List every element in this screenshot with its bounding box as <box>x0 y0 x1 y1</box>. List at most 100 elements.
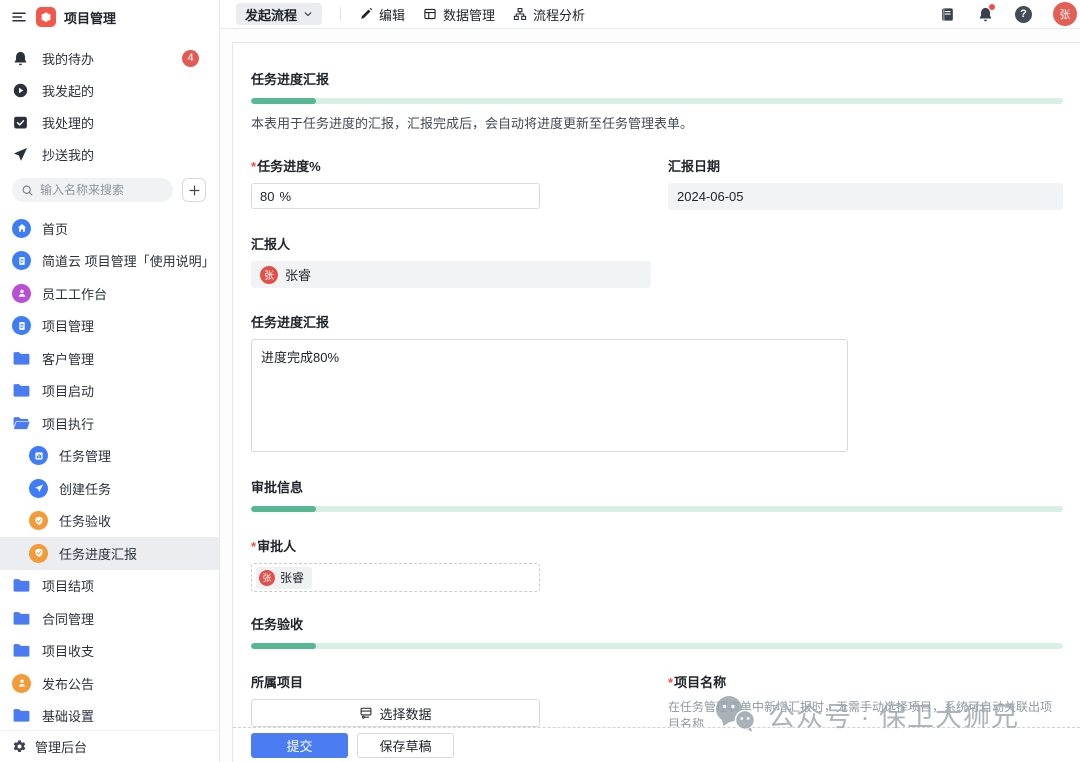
bell-icon <box>12 50 29 67</box>
app-label: 项目管理 <box>42 316 94 335</box>
field-label-progress-report: 任务进度汇报 <box>251 312 1063 331</box>
send-icon <box>12 146 29 163</box>
field-label-project-name: *项目名称 <box>668 672 1063 691</box>
journal-icon[interactable] <box>939 6 956 23</box>
folder-icon <box>12 610 31 627</box>
reporter-avatar: 张 <box>260 266 278 284</box>
app-label: 创建任务 <box>59 479 111 498</box>
announcement-icon <box>12 674 31 693</box>
sidebar-item-basic-settings[interactable]: 基础设置 <box>0 700 219 731</box>
folder-open-icon <box>12 415 31 432</box>
task-progress-input[interactable]: 80% <box>251 183 540 209</box>
top-toolbar: 发起流程 编辑 数据管理 流程分析 ? <box>220 0 1080 29</box>
app-label: 项目执行 <box>42 414 94 433</box>
form-body: 任务进度汇报 本表用于任务进度的汇报，汇报完成后，会自动将进度更新至任务管理表单… <box>233 43 1080 727</box>
section-progress-bar <box>251 506 1063 512</box>
select-project-data-button[interactable]: 选择数据 <box>251 699 540 727</box>
search-input[interactable] <box>40 183 140 197</box>
sidebar-item-create-task[interactable]: 创建任务 <box>0 472 219 505</box>
nav-label: 我处理的 <box>42 113 207 132</box>
sidebar-item-task-mgmt[interactable]: 任务管理 <box>0 440 219 473</box>
home-icon <box>12 219 31 238</box>
user-avatar[interactable]: 张 <box>1053 2 1077 26</box>
nav-label: 我发起的 <box>42 81 207 100</box>
sidebar-item-usage-guide[interactable]: 简道云 项目管理「使用说明」 <box>0 245 219 278</box>
sidebar-item-processed-by-me[interactable]: 我处理的 <box>0 106 219 138</box>
search-box[interactable] <box>12 178 173 202</box>
app-label: 任务进度汇报 <box>59 544 137 563</box>
approver-avatar: 张 <box>259 570 275 586</box>
progress-fill <box>251 506 316 512</box>
sidebar-item-initiated-by-me[interactable]: 我发起的 <box>0 74 219 106</box>
data-management-label: 数据管理 <box>443 5 495 24</box>
todo-count-badge: 4 <box>182 50 199 67</box>
folder-icon <box>12 350 31 367</box>
sidebar-app-list: 首页 简道云 项目管理「使用说明」 员工工作台 项目管理 客户管理 项目启动 <box>0 212 219 730</box>
reporter-name: 张睿 <box>285 265 311 284</box>
main-area: 发起流程 编辑 数据管理 流程分析 ? <box>220 0 1080 762</box>
select-data-icon <box>359 706 373 720</box>
app-label: 客户管理 <box>42 349 94 368</box>
submit-button[interactable]: 提交 <box>251 733 348 758</box>
shield-check-icon <box>29 544 48 563</box>
app-title: 项目管理 <box>64 8 116 27</box>
notifications-bell-icon[interactable] <box>977 6 994 23</box>
sidebar-search-row <box>0 178 219 202</box>
document-icon <box>12 251 31 270</box>
chevron-down-icon <box>303 9 313 19</box>
form-description: 本表用于任务进度的汇报，汇报完成后，会自动将进度更新至任务管理表单。 <box>251 113 1063 132</box>
sidebar-item-announcement[interactable]: 发布公告 <box>0 667 219 700</box>
reporter-field: 张 张睿 <box>251 261 651 288</box>
sidebar-item-project-start[interactable]: 项目启动 <box>0 375 219 408</box>
admin-label: 管理后台 <box>35 737 87 756</box>
sidebar-item-staff-workbench[interactable]: 员工工作台 <box>0 277 219 310</box>
progress-report-textarea[interactable]: 进度完成80% <box>251 339 848 452</box>
help-icon[interactable]: ? <box>1015 6 1032 23</box>
toolbar-right: ? 张 <box>939 2 1068 26</box>
app-label: 项目启动 <box>42 381 94 400</box>
sidebar-item-task-acceptance[interactable]: 任务验收 <box>0 505 219 538</box>
section-title-acceptance: 任务验收 <box>251 614 1063 633</box>
edit-button[interactable]: 编辑 <box>359 5 405 24</box>
sidebar-item-customer-mgmt[interactable]: 客户管理 <box>0 342 219 375</box>
save-draft-button[interactable]: 保存草稿 <box>357 733 454 758</box>
report-date-field: 2024-06-05 <box>668 183 1063 210</box>
data-management-button[interactable]: 数据管理 <box>423 5 495 24</box>
sidebar-item-my-todo[interactable]: 我的待办 4 <box>0 42 219 74</box>
start-flow-button[interactable]: 发起流程 <box>236 3 322 25</box>
task-progress-value: 80 <box>260 189 274 204</box>
sidebar-item-task-progress-report[interactable]: 任务进度汇报 <box>0 537 219 570</box>
sidebar-item-project-execution[interactable]: 项目执行 <box>0 407 219 440</box>
sidebar-item-contract-mgmt[interactable]: 合同管理 <box>0 602 219 635</box>
field-label-approver: *审批人 <box>251 536 1063 555</box>
person-icon <box>12 284 31 303</box>
app-label: 员工工作台 <box>42 284 107 303</box>
play-circle-icon <box>12 82 29 99</box>
flow-analysis-label: 流程分析 <box>533 5 585 24</box>
pencil-icon <box>359 7 373 21</box>
sidebar-item-cc-to-me[interactable]: 抄送我的 <box>0 138 219 170</box>
sidebar-item-admin-console[interactable]: 管理后台 <box>0 730 219 762</box>
flow-analysis-button[interactable]: 流程分析 <box>513 5 585 24</box>
document-icon <box>12 316 31 335</box>
add-app-button[interactable] <box>182 178 206 202</box>
app-label: 发布公告 <box>42 674 94 693</box>
collapse-menu-icon[interactable] <box>10 8 28 26</box>
approver-chip[interactable]: 张 张睿 <box>256 567 312 589</box>
sidebar-item-project-closure[interactable]: 项目结项 <box>0 570 219 603</box>
org-chart-icon <box>513 7 527 21</box>
nav-label: 抄送我的 <box>42 145 207 164</box>
field-label-report-date: 汇报日期 <box>668 156 1063 175</box>
app-label: 基础设置 <box>42 706 94 725</box>
field-label-project: 所属项目 <box>251 672 668 691</box>
select-data-label: 选择数据 <box>379 704 431 723</box>
sidebar-item-project-finance[interactable]: 项目收支 <box>0 635 219 668</box>
section-title-approval: 审批信息 <box>251 477 1063 496</box>
field-label-reporter: 汇报人 <box>251 234 1063 253</box>
folder-icon <box>12 642 31 659</box>
sidebar-item-project-mgmt[interactable]: 项目管理 <box>0 310 219 343</box>
approver-picker[interactable]: 张 张睿 <box>251 563 540 592</box>
sidebar-item-home[interactable]: 首页 <box>0 212 219 245</box>
gear-icon <box>12 739 27 754</box>
shield-check-icon <box>29 511 48 530</box>
